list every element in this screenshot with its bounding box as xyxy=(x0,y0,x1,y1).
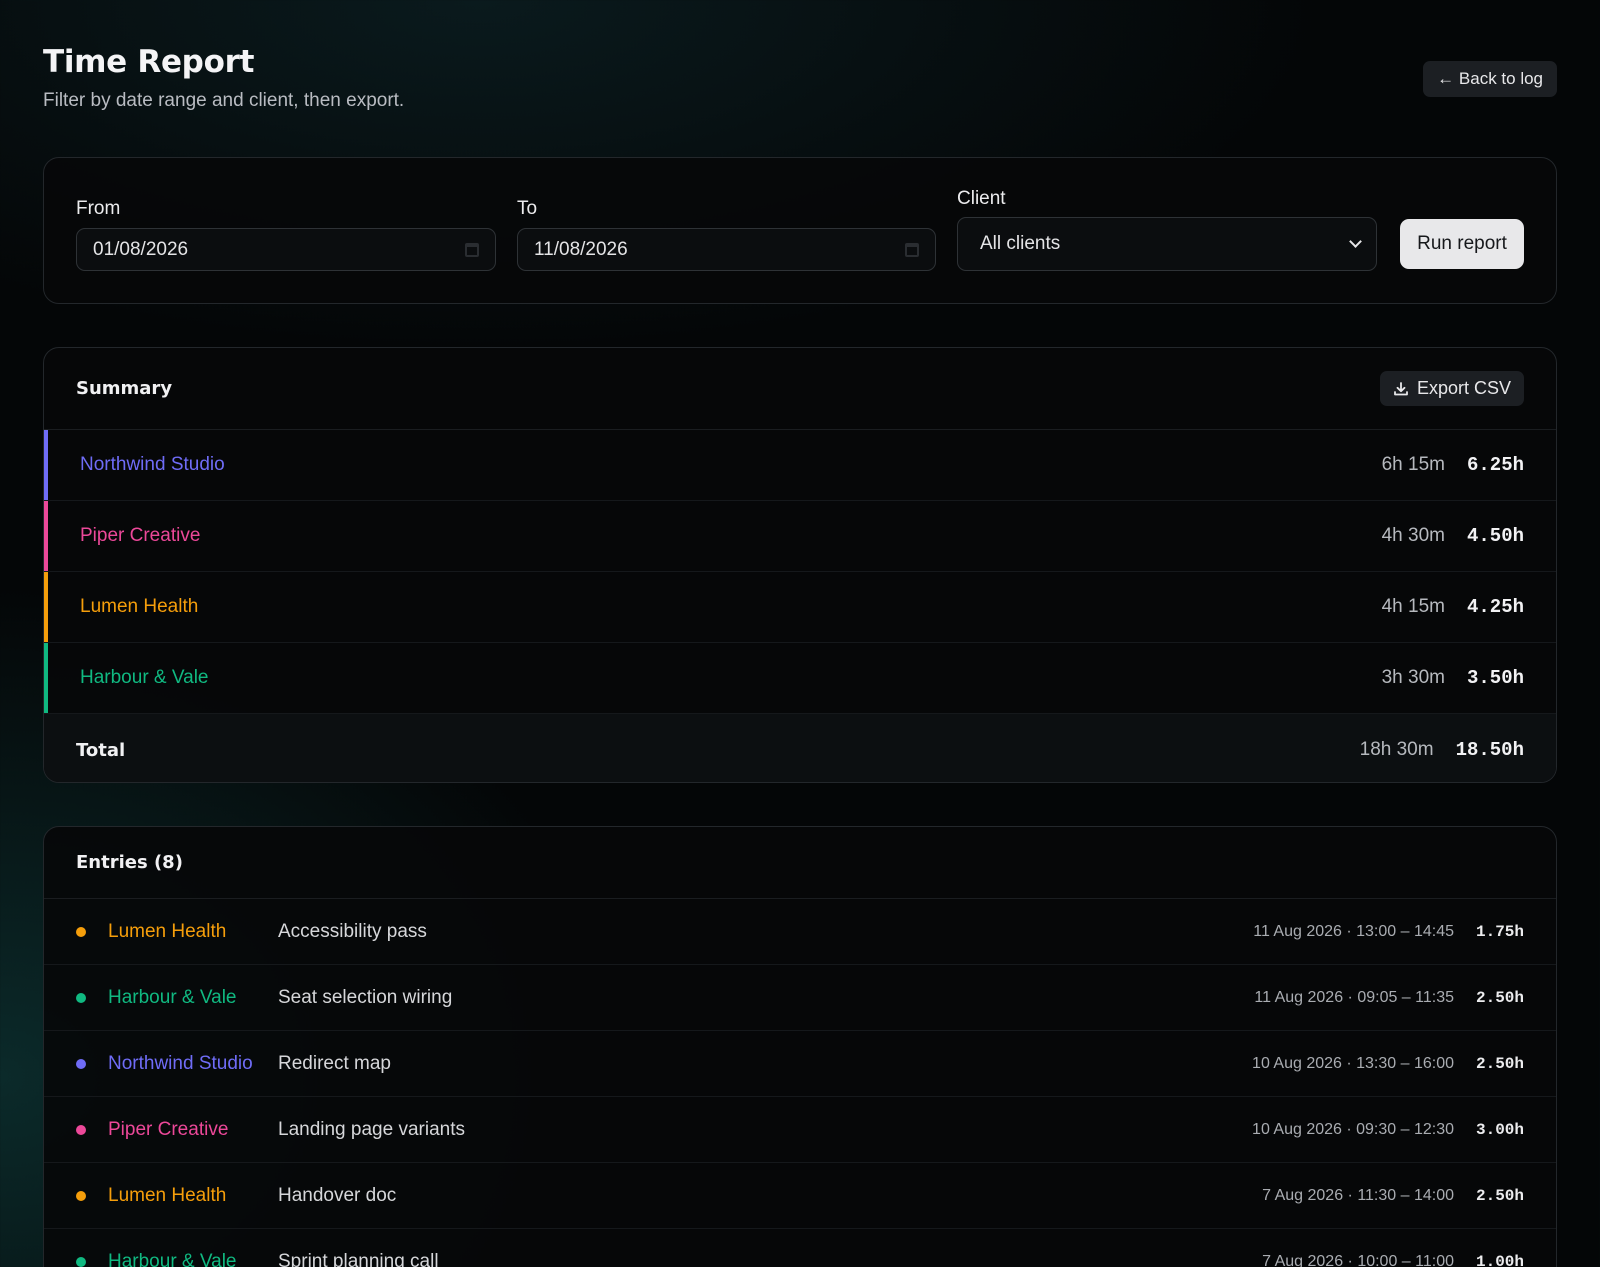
entry-hours: 2.50h xyxy=(1476,988,1525,1007)
entry-row[interactable]: Lumen Health Handover doc 7 Aug 2026 · 11:… xyxy=(44,1163,1556,1229)
summary-client-name: Northwind Studio xyxy=(80,454,225,475)
entry-client: Lumen Health xyxy=(108,920,227,942)
client-color-bar xyxy=(44,643,48,713)
entry-hours: 2.50h xyxy=(1476,1186,1525,1205)
to-date-value: 11/08/2026 xyxy=(534,238,628,260)
entry-task: Handover doc xyxy=(278,1184,397,1206)
client-dot xyxy=(76,1190,86,1201)
entry-task: Landing page variants xyxy=(278,1118,465,1140)
total-label: Total xyxy=(76,739,126,761)
entry-row[interactable]: Harbour & Vale Sprint planning call 7 Aug … xyxy=(44,1229,1556,1267)
client-dot xyxy=(76,1124,86,1135)
entry-client: Harbour & Vale xyxy=(108,986,237,1008)
entry-task: Redirect map xyxy=(278,1052,391,1074)
entry-time-range: 11 Aug 2026 · 09:05 – 11:35 xyxy=(1254,988,1454,1006)
entry-hours: 3.00h xyxy=(1476,1120,1525,1139)
entries-header: Entries (8) xyxy=(44,827,1556,899)
summary-row: Northwind Studio 6h 15m 6.25h xyxy=(44,430,1556,501)
entries-title: Entries (8) xyxy=(76,852,183,873)
entry-client: Northwind Studio xyxy=(108,1052,253,1074)
summary-row: Harbour & Vale 3h 30m 3.50h xyxy=(44,643,1556,714)
entry-hours: 1.75h xyxy=(1476,922,1525,941)
entry-task: Accessibility pass xyxy=(278,920,427,942)
entry-client: Harbour & Vale xyxy=(108,1250,237,1267)
entry-hours: 2.50h xyxy=(1476,1054,1525,1073)
client-dot xyxy=(76,992,86,1003)
summary-header: Summary Export CSV xyxy=(44,348,1556,430)
back-to-log-button[interactable]: ← Back to log xyxy=(1423,61,1557,97)
calendar-icon[interactable] xyxy=(465,242,479,257)
client-color-bar xyxy=(44,572,48,642)
filters-panel: From 01/08/2026 To 11/08/2026 Client All… xyxy=(43,157,1557,304)
client-select[interactable]: All clients xyxy=(957,217,1377,271)
summary-hours: 6.25h xyxy=(1466,454,1524,476)
entry-row[interactable]: Lumen Health Accessibility pass 11 Aug 202… xyxy=(44,899,1556,965)
entry-row[interactable]: Piper Creative Landing page variants 10 Au… xyxy=(44,1097,1556,1163)
summary-duration: 6h 15m xyxy=(1381,454,1445,475)
entry-client: Piper Creative xyxy=(108,1118,229,1140)
client-dot xyxy=(76,926,86,937)
entry-client: Lumen Health xyxy=(108,1184,227,1206)
to-date-input[interactable]: 11/08/2026 xyxy=(517,228,936,271)
page-title: Time Report xyxy=(43,44,255,80)
summary-total-row: Total 18h 30m 18.50h xyxy=(44,714,1556,782)
summary-client-name: Harbour & Vale xyxy=(80,667,209,688)
summary-hours: 3.50h xyxy=(1466,667,1524,689)
from-date-value: 01/08/2026 xyxy=(93,238,189,260)
summary-client-name: Piper Creative xyxy=(80,525,201,546)
entry-row[interactable]: Harbour & Vale Seat selection wiring 11 Au… xyxy=(44,965,1556,1031)
summary-rows: Northwind Studio 6h 15m 6.25h Piper Creativ… xyxy=(44,430,1556,714)
entry-task: Seat selection wiring xyxy=(278,986,453,1008)
client-label: Client xyxy=(957,188,1006,209)
entries-list: Lumen Health Accessibility pass 11 Aug 202… xyxy=(44,899,1556,1267)
page-subtitle: Filter by date range and client, then ex… xyxy=(43,90,405,111)
summary-panel: Summary Export CSV Northwind Studio 6h 15… xyxy=(43,347,1557,783)
back-to-log-label: ← Back to log xyxy=(1437,69,1543,88)
client-select-value: All clients xyxy=(980,233,1061,254)
from-date-input[interactable]: 01/08/2026 xyxy=(76,228,496,271)
summary-hours: 4.25h xyxy=(1466,596,1524,618)
entry-time-range: 11 Aug 2026 · 13:00 – 14:45 xyxy=(1253,922,1454,940)
summary-duration: 3h 30m xyxy=(1381,667,1445,688)
entries-panel: Entries (8) Lumen Health Accessibility pa… xyxy=(43,826,1557,1267)
to-label: To xyxy=(517,198,538,219)
entry-time-range: 7 Aug 2026 · 11:30 – 14:00 xyxy=(1262,1186,1454,1204)
run-report-button[interactable]: Run report xyxy=(1400,219,1524,269)
summary-hours: 4.50h xyxy=(1466,525,1524,547)
summary-client-name: Lumen Health xyxy=(80,596,199,617)
summary-duration: 4h 30m xyxy=(1381,525,1445,546)
entry-time-range: 10 Aug 2026 · 13:30 – 16:00 xyxy=(1252,1054,1454,1072)
client-dot xyxy=(76,1058,86,1069)
total-duration: 18h 30m xyxy=(1359,739,1434,760)
download-icon xyxy=(1394,381,1408,395)
export-csv-label: Export CSV xyxy=(1416,378,1511,398)
summary-row: Piper Creative 4h 30m 4.50h xyxy=(44,501,1556,572)
entry-row[interactable]: Northwind Studio Redirect map 10 Aug 2026 … xyxy=(44,1031,1556,1097)
summary-duration: 4h 15m xyxy=(1381,596,1445,617)
summary-title: Summary xyxy=(76,378,173,399)
client-dot xyxy=(76,1256,86,1267)
client-color-bar xyxy=(44,501,48,571)
entry-task: Sprint planning call xyxy=(278,1250,439,1267)
from-label: From xyxy=(76,198,121,219)
chevron-down-icon xyxy=(1349,235,1362,248)
export-csv-button[interactable]: Export CSV xyxy=(1379,371,1524,406)
calendar-icon[interactable] xyxy=(905,242,919,257)
entry-hours: 1.00h xyxy=(1476,1252,1525,1267)
summary-row: Lumen Health 4h 15m 4.25h xyxy=(44,572,1556,643)
entry-time-range: 10 Aug 2026 · 09:30 – 12:30 xyxy=(1252,1120,1454,1138)
client-color-bar xyxy=(44,430,48,500)
total-hours: 18.50h xyxy=(1455,739,1524,761)
entry-time-range: 7 Aug 2026 · 10:00 – 11:00 xyxy=(1262,1252,1454,1267)
